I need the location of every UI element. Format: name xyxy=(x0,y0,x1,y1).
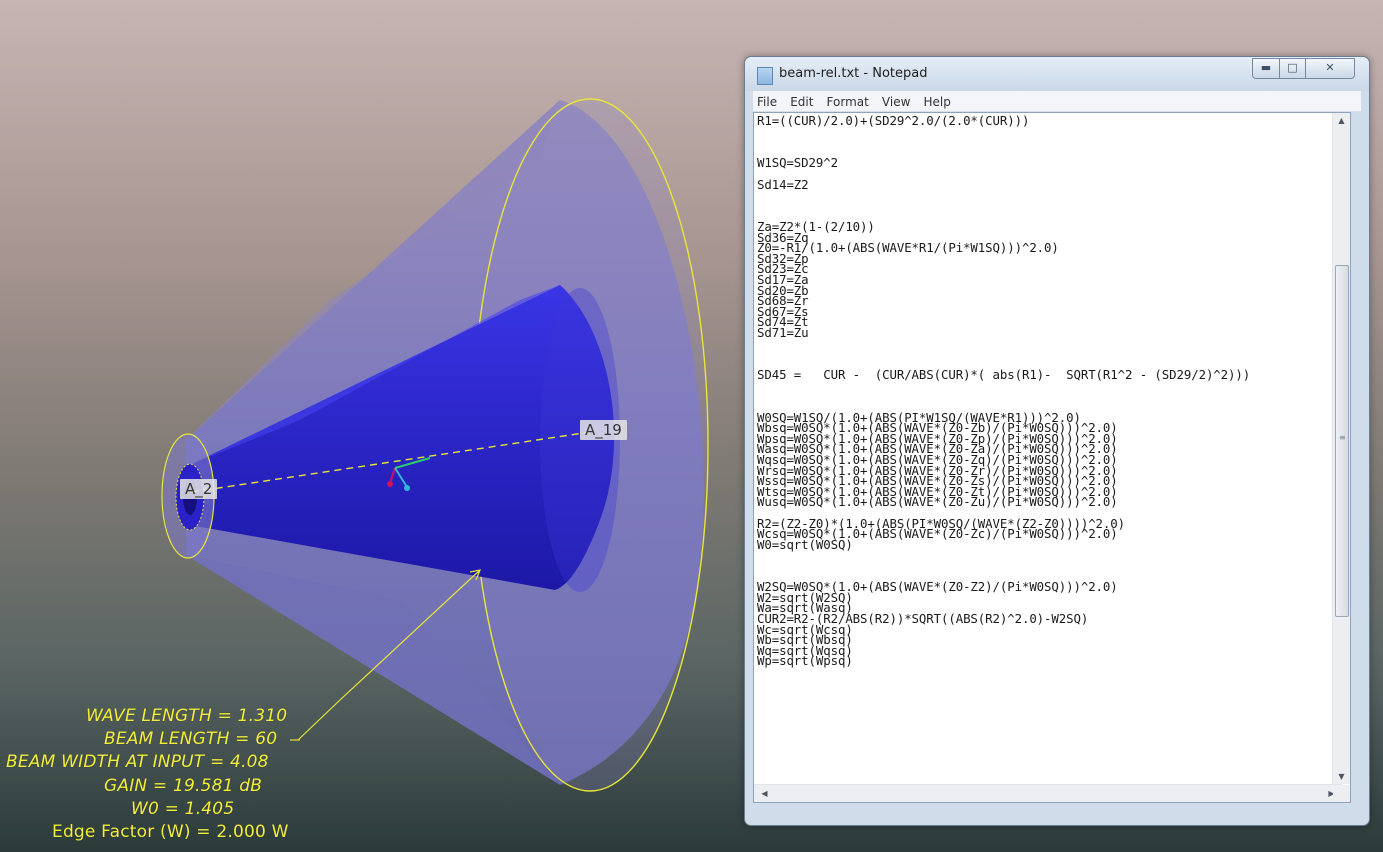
text-line: Za=Z2*(1-(2/10)) xyxy=(757,218,875,234)
text-line: Sd23=Zc xyxy=(757,261,809,277)
menu-edit[interactable]: Edit xyxy=(786,93,817,109)
beam-length-label: BEAM LENGTH = 60 xyxy=(104,729,278,749)
maximize-icon: □ xyxy=(1287,61,1298,74)
vertical-scrollbar[interactable]: ▲ ≡ ▼ xyxy=(1332,113,1350,784)
beam-width-label: BEAM WIDTH AT INPUT = 4.08 xyxy=(6,752,269,772)
text-line: Wusq=W0SQ*(1.0+(ABS(WAVE*(Z0-Zu)/(Pi*W0S… xyxy=(757,494,1118,510)
text-line xyxy=(757,349,1345,360)
text-editor[interactable]: R1=((CUR)/2.0)+(SD29^2.0/(2.0*(CUR))) W1S… xyxy=(753,112,1351,803)
text-line: Sd67=Zs xyxy=(757,303,809,319)
notepad-icon xyxy=(757,67,773,85)
menu-file[interactable]: File xyxy=(753,93,781,109)
minimize-button[interactable]: ▬ xyxy=(1252,58,1280,79)
text-line xyxy=(757,391,1345,402)
menu-bar: File Edit Format View Help xyxy=(753,91,1361,112)
title-bar[interactable]: beam-rel.txt - Notepad ▬ □ ✕ xyxy=(745,57,1369,91)
scroll-up-icon[interactable]: ▲ xyxy=(1333,116,1350,125)
text-line: W1SQ=SD29^2 xyxy=(757,155,838,171)
close-icon: ✕ xyxy=(1325,61,1335,74)
text-line xyxy=(757,201,1345,212)
wave-length-label: WAVE LENGTH = 1.310 xyxy=(86,706,288,726)
text-line: Sd32=Zp xyxy=(757,250,809,266)
menu-format[interactable]: Format xyxy=(823,93,873,109)
cad-viewport[interactable]: A_2 A_19 WAVE LENGTH = 1.310 BEAM LENGTH… xyxy=(0,0,740,852)
text-line: Sd74=Zt xyxy=(757,314,809,330)
text-line: SD45 = CUR - (CUR/ABS(CUR)*( abs(R1)- SQ… xyxy=(757,367,1251,383)
text-line: Sd14=Z2 xyxy=(757,176,809,192)
close-button[interactable]: ✕ xyxy=(1305,58,1355,79)
text-line xyxy=(757,550,1345,561)
gain-label: GAIN = 19.581 dB xyxy=(104,776,263,796)
maximize-button[interactable]: □ xyxy=(1279,58,1306,79)
menu-view[interactable]: View xyxy=(878,93,914,109)
text-line: W0=sqrt(W0SQ) xyxy=(757,536,853,552)
minimize-icon: ▬ xyxy=(1260,61,1272,74)
notepad-window[interactable]: beam-rel.txt - Notepad ▬ □ ✕ File Edit F… xyxy=(744,56,1370,826)
scroll-left-icon[interactable]: ◀ xyxy=(756,789,773,798)
scroll-down-icon[interactable]: ▼ xyxy=(1333,772,1350,781)
text-line: Z0=-R1/(1.0+(ABS(WAVE*R1/(Pi*W1SQ)))^2.0… xyxy=(757,240,1059,256)
text-line: Sd68=Zr xyxy=(757,293,809,309)
text-line: Sd20=Zb xyxy=(757,282,809,298)
text-line: Sd71=Zu xyxy=(757,324,809,340)
resize-grip[interactable] xyxy=(1333,785,1350,802)
text-line xyxy=(757,561,1345,572)
edge-factor-label: Edge Factor (W) = 2.000 W xyxy=(52,822,289,842)
text-line xyxy=(757,127,1345,138)
text-line xyxy=(757,148,1345,159)
text-line: Sd17=Za xyxy=(757,271,809,287)
w0-label: W0 = 1.405 xyxy=(131,799,235,819)
window-title: beam-rel.txt - Notepad xyxy=(779,66,928,81)
anchor-label-start[interactable]: A_2 xyxy=(180,479,218,499)
grip-icon: ≡ xyxy=(1339,433,1346,442)
anchor-label-end[interactable]: A_19 xyxy=(580,420,627,440)
text-line xyxy=(757,169,1345,180)
text-line: R1=((CUR)/2.0)+(SD29^2.0/(2.0*(CUR))) xyxy=(757,113,1030,128)
text-line xyxy=(757,190,1345,201)
text-line xyxy=(757,338,1345,349)
text-line xyxy=(757,137,1345,148)
vertical-scroll-thumb[interactable]: ≡ xyxy=(1335,265,1349,617)
text-line: Wp=sqrt(Wpsq) xyxy=(757,653,853,669)
horizontal-scrollbar[interactable]: ◀ ▶ xyxy=(754,784,1342,802)
menu-help[interactable]: Help xyxy=(920,93,955,109)
text-line xyxy=(757,381,1345,392)
text-content[interactable]: R1=((CUR)/2.0)+(SD29^2.0/(2.0*(CUR))) W1S… xyxy=(754,113,1345,787)
